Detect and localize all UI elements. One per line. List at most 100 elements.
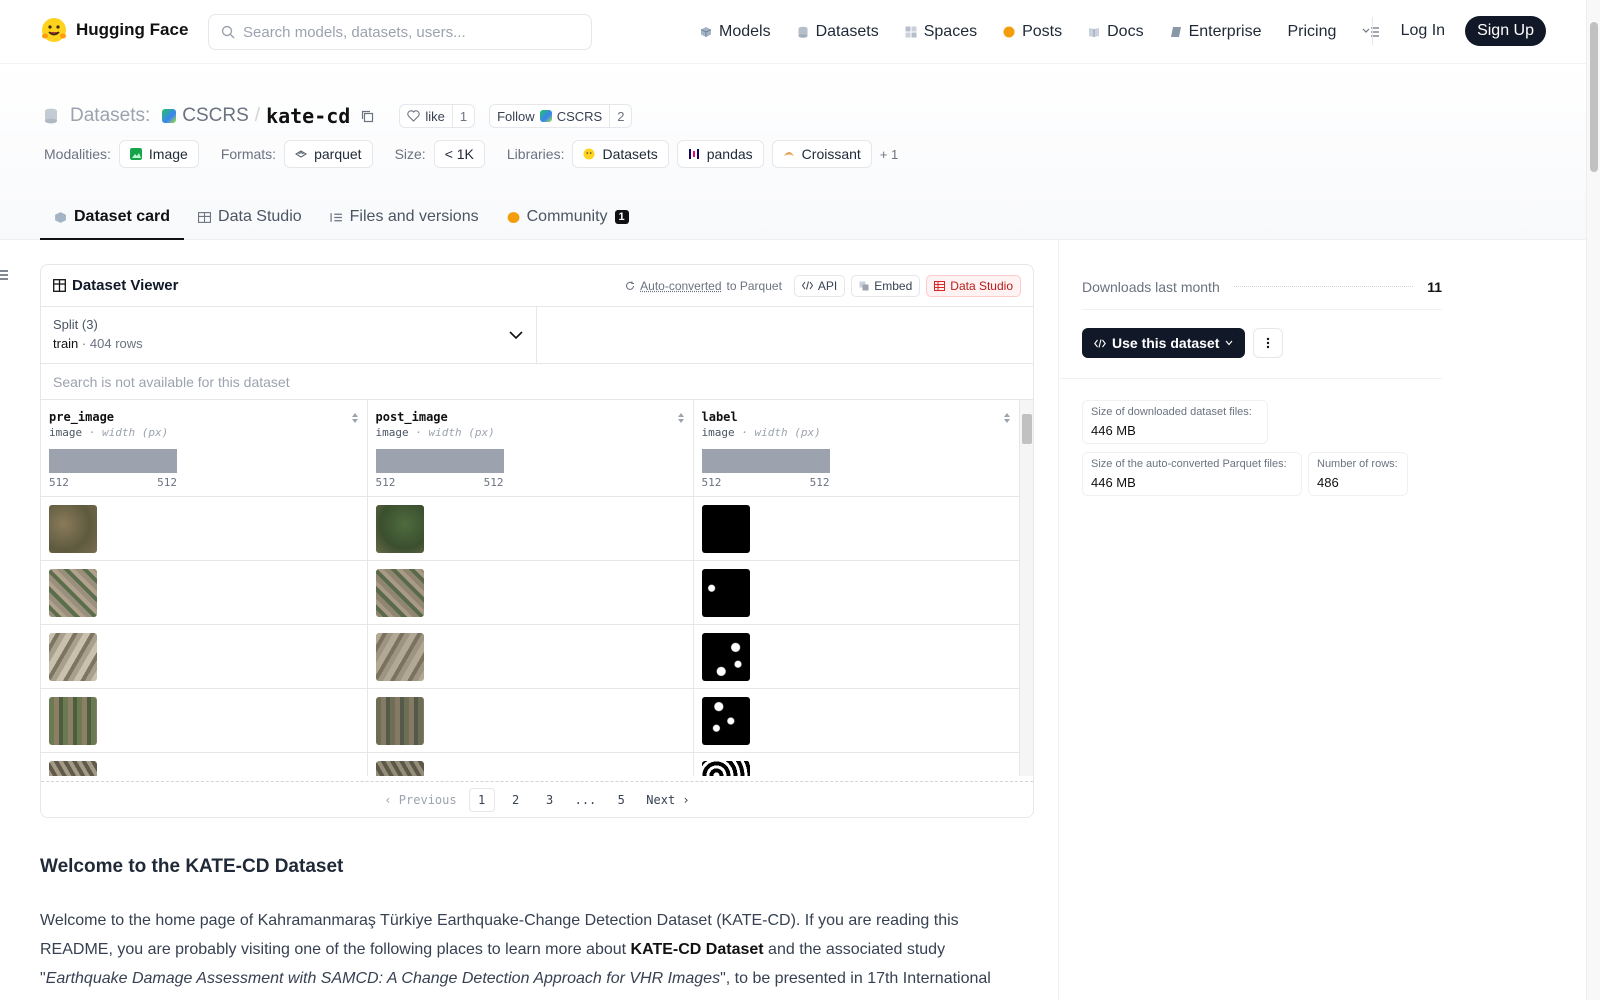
follow-org: CSCRS	[556, 108, 603, 124]
section-label[interactable]: Datasets:	[70, 105, 150, 127]
column-header-label[interactable]: label image · width (px) 512 512	[693, 400, 1020, 497]
data-studio-button[interactable]: Data Studio	[926, 274, 1021, 297]
more-options-button[interactable]	[1253, 328, 1284, 358]
signup-button[interactable]: Sign Up	[1465, 16, 1546, 46]
tag-image[interactable]: Image	[118, 140, 199, 168]
login-button[interactable]: Log In	[1395, 18, 1451, 44]
sort-icon[interactable]	[1003, 412, 1011, 424]
embed-button[interactable]: Embed	[851, 274, 921, 297]
auto-converted-link[interactable]: Auto-converted	[640, 279, 721, 293]
table-cell[interactable]	[693, 688, 1020, 753]
table-cell[interactable]	[367, 560, 694, 625]
more-libraries[interactable]: + 1	[880, 147, 898, 162]
org-link[interactable]: CSCRS	[182, 105, 249, 127]
satellite-thumbnail[interactable]	[49, 504, 97, 553]
width-histogram-bar[interactable]	[49, 449, 177, 473]
table-cell[interactable]	[41, 688, 368, 753]
table-row[interactable]	[41, 560, 1020, 625]
table-row[interactable]	[41, 752, 1020, 776]
nav-posts[interactable]: Posts	[1003, 23, 1062, 41]
search-input[interactable]	[243, 23, 573, 41]
follow-button[interactable]: Follow CSCRS 2	[489, 104, 633, 128]
satellite-thumbnail[interactable]	[49, 568, 97, 617]
page-3-button[interactable]: 3	[537, 788, 563, 812]
code-icon	[1094, 338, 1106, 348]
next-page-button[interactable]: Next ›	[642, 788, 693, 812]
tab-files-versions[interactable]: Files and versions	[316, 196, 493, 240]
repo-name[interactable]: kate-cd	[266, 104, 350, 128]
table-cell[interactable]	[41, 624, 368, 689]
table-cell[interactable]	[367, 496, 694, 561]
satellite-thumbnail[interactable]	[375, 504, 424, 553]
satellite-thumbnail[interactable]	[49, 696, 97, 745]
global-search[interactable]	[208, 14, 592, 50]
data-table: pre_image image · width (px) 512 512 post…	[41, 400, 1020, 776]
brand-logo[interactable]: Hugging Face	[40, 16, 188, 44]
nav-models[interactable]: Models	[700, 23, 771, 41]
sort-icon[interactable]	[351, 412, 359, 424]
sort-icon[interactable]	[677, 412, 685, 424]
satellite-thumbnail[interactable]	[375, 568, 424, 617]
nav-docs[interactable]: Docs	[1088, 23, 1144, 41]
like-button[interactable]: like 1	[399, 104, 476, 128]
column-header-post-image[interactable]: post_image image · width (px) 512 512	[367, 400, 694, 497]
tag-lib-datasets[interactable]: Datasets	[572, 140, 669, 168]
table-row[interactable]	[41, 688, 1020, 753]
table-row[interactable]	[41, 496, 1020, 561]
brand-name: Hugging Face	[76, 20, 189, 39]
page-2-button[interactable]: 2	[503, 788, 529, 812]
page-scroll-thumb[interactable]	[1590, 22, 1598, 172]
table-cell[interactable]	[367, 688, 694, 753]
data-grid[interactable]: pre_image image · width (px) 512 512 post…	[41, 400, 1033, 776]
grid-scrollbar[interactable]	[1019, 400, 1033, 776]
api-button[interactable]: API	[793, 274, 846, 297]
nav-spaces[interactable]: Spaces	[905, 23, 977, 41]
tag-size[interactable]: < 1K	[433, 140, 485, 168]
table-cell[interactable]	[693, 560, 1020, 625]
tag-lib-croissant[interactable]: Croissant	[771, 140, 872, 168]
mask-thumbnail[interactable]	[701, 504, 750, 553]
tag-parquet[interactable]: parquet	[284, 140, 373, 168]
table-cell[interactable]	[693, 496, 1020, 561]
auto-converted-note[interactable]: Auto-converted to Parquet	[625, 279, 782, 293]
mask-thumbnail[interactable]	[701, 632, 750, 681]
mask-thumbnail[interactable]	[701, 760, 750, 776]
tag-lib-pandas[interactable]: pandas	[676, 140, 764, 168]
table-cell[interactable]	[41, 752, 368, 776]
prev-page-button[interactable]: ‹ Previous	[380, 788, 460, 812]
table-cell[interactable]	[41, 560, 368, 625]
nav-enterprise[interactable]: Enterprise	[1170, 23, 1261, 41]
copy-icon[interactable]	[360, 109, 375, 124]
table-cell[interactable]	[41, 496, 368, 561]
mask-thumbnail[interactable]	[701, 568, 750, 617]
table-row[interactable]	[41, 624, 1020, 689]
width-histogram-bar[interactable]	[701, 449, 830, 473]
table-cell[interactable]	[367, 624, 694, 689]
nav-pricing[interactable]: Pricing	[1287, 23, 1336, 41]
satellite-thumbnail[interactable]	[375, 696, 424, 745]
page-1-button[interactable]: 1	[468, 787, 495, 812]
column-name: label	[701, 410, 738, 424]
table-cell[interactable]	[367, 752, 694, 776]
width-histogram-bar[interactable]	[375, 449, 504, 473]
table-cell[interactable]	[693, 752, 1020, 776]
nav-datasets[interactable]: Datasets	[797, 23, 879, 41]
viewer-title: Dataset Viewer	[53, 277, 178, 294]
satellite-thumbnail[interactable]	[49, 760, 97, 776]
use-dataset-label: Use this dataset	[1112, 335, 1220, 351]
split-dropdown[interactable]: Split (3) train · 404 rows	[41, 307, 537, 363]
satellite-thumbnail[interactable]	[49, 632, 97, 681]
page-scrollbar[interactable]	[1586, 0, 1600, 1000]
tab-dataset-card[interactable]: Dataset card	[40, 196, 185, 240]
page-5-button[interactable]: 5	[608, 788, 634, 812]
column-header-pre-image[interactable]: pre_image image · width (px) 512 512	[41, 400, 368, 497]
satellite-thumbnail[interactable]	[375, 760, 424, 776]
sidebar-toggle-icon[interactable]	[0, 268, 10, 282]
satellite-thumbnail[interactable]	[375, 632, 424, 681]
table-cell[interactable]	[693, 624, 1020, 689]
tab-data-studio[interactable]: Data Studio	[184, 196, 316, 240]
use-dataset-button[interactable]: Use this dataset	[1082, 328, 1246, 358]
tab-community[interactable]: Community 1	[493, 196, 643, 240]
grid-scroll-thumb[interactable]	[1022, 414, 1032, 444]
mask-thumbnail[interactable]	[701, 696, 750, 745]
